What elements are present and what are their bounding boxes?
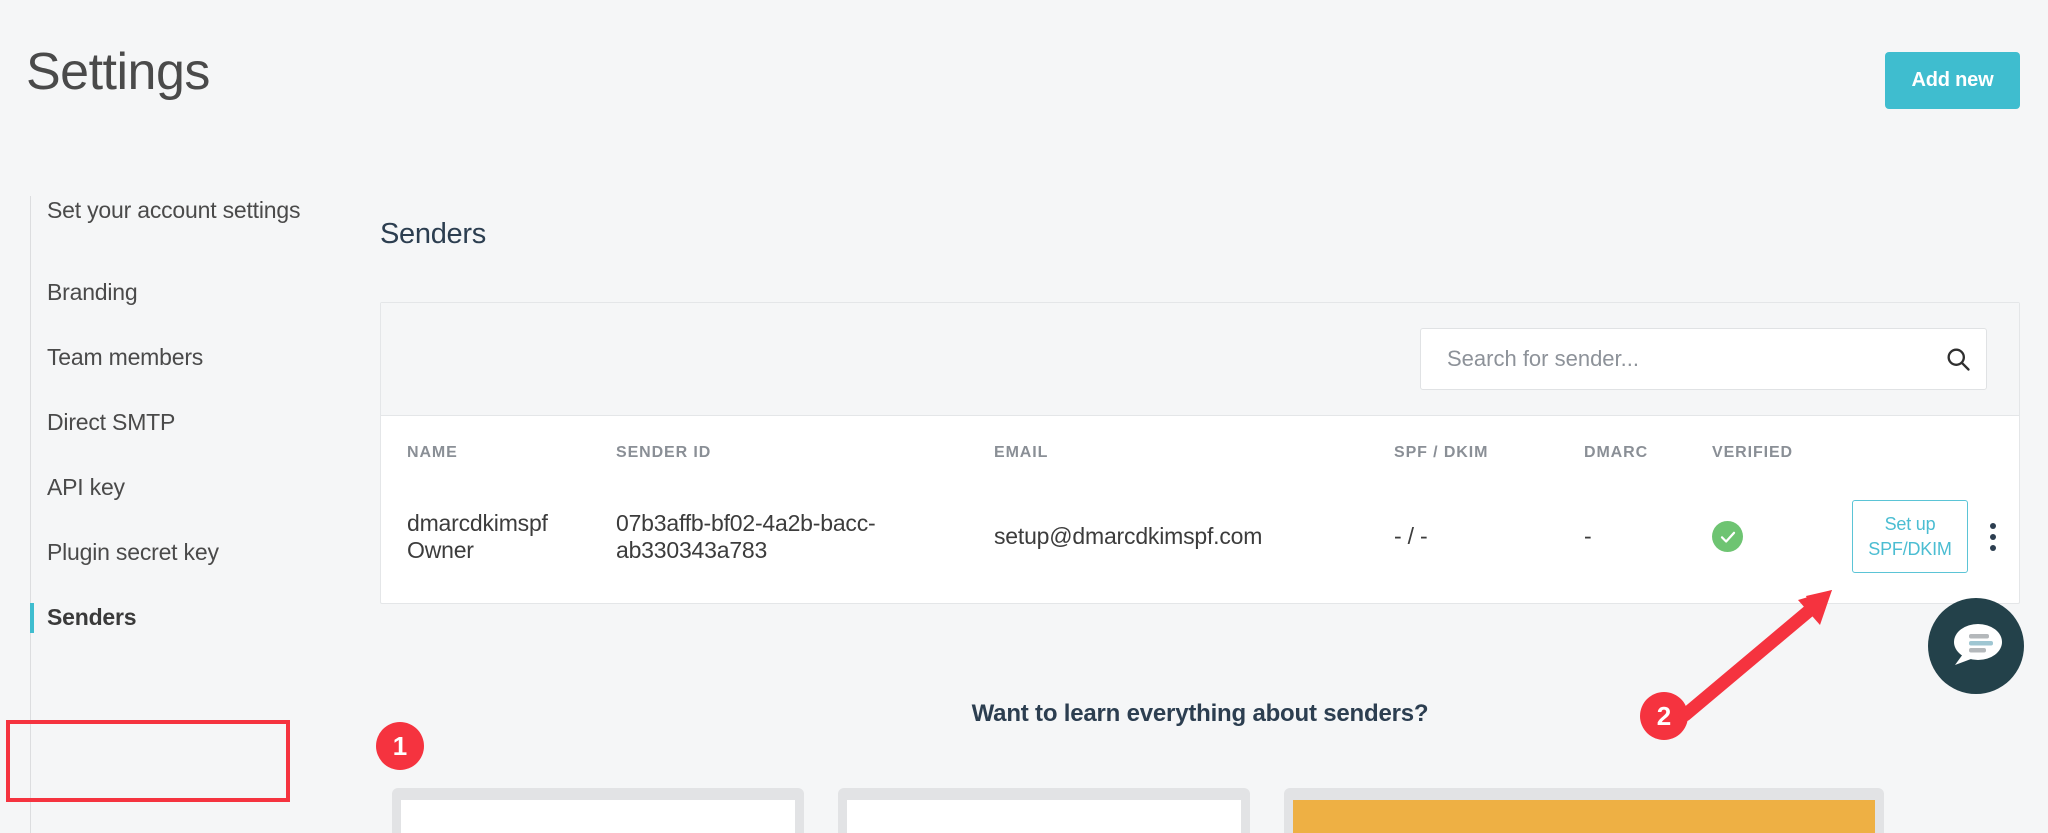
sidebar-item-label: Plugin secret key [47, 539, 219, 566]
kebab-dot [1990, 544, 1996, 551]
column-header-name: NAME [407, 444, 458, 461]
search-input[interactable] [1421, 346, 1930, 372]
learn-section-title: Want to learn everything about senders? [971, 700, 1429, 727]
sidebar-item-direct-smtp[interactable]: Direct SMTP [30, 408, 340, 438]
cell-sender-id: 07b3affb-bf02-4a2b-bacc-ab330343a783 [616, 509, 876, 563]
cell-name: dmarcdkimspf Owner [407, 509, 548, 563]
active-accent-bar [30, 408, 34, 438]
annotation-badge-1: 1 [376, 722, 424, 770]
learn-cards [392, 788, 2022, 833]
search-box[interactable] [1420, 328, 1987, 390]
learn-card-thumbnail [1293, 800, 1875, 833]
chat-bubble-icon [1954, 624, 2002, 665]
table-row: dmarcdkimspf Owner 07b3affb-bf02-4a2b-ba… [381, 484, 2021, 603]
active-accent-bar [30, 538, 34, 568]
cell-verified [1712, 484, 1852, 603]
table-toolbar [381, 303, 2019, 416]
column-header-actions [1852, 416, 2021, 484]
check-circle-icon [1712, 521, 1743, 552]
sidebar-item-label: Branding [47, 279, 138, 306]
active-accent-bar [30, 343, 34, 373]
learn-card[interactable] [392, 788, 804, 833]
sidebar-item-label: API key [47, 474, 125, 501]
settings-sidebar: Set your account settings Branding Team … [0, 196, 350, 833]
cell-dmarc: - [1584, 523, 1592, 549]
sidebar-item-label: Team members [47, 344, 204, 371]
settings-page: Settings Add new Set your account settin… [0, 0, 2048, 833]
sidebar-item-label: Senders [47, 604, 137, 631]
cell-spf-dkim: - / - [1394, 523, 1428, 549]
senders-table: NAME SENDER ID EMAIL SPF / DKIM DMARC VE… [381, 416, 2021, 603]
chat-widget-button[interactable] [1928, 598, 2024, 694]
table-header-row: NAME SENDER ID EMAIL SPF / DKIM DMARC VE… [381, 416, 2021, 484]
learn-card-thumbnail [401, 800, 795, 833]
kebab-menu-icon[interactable] [1984, 517, 2002, 557]
section-heading: Senders [380, 218, 486, 250]
search-icon[interactable] [1930, 345, 1986, 373]
sidebar-item-account-settings[interactable]: Set your account settings [30, 196, 340, 226]
active-accent-bar [30, 603, 34, 633]
learn-card[interactable] [838, 788, 1250, 833]
learn-card[interactable] [1284, 788, 1884, 833]
column-header-dmarc: DMARC [1584, 444, 1649, 461]
column-header-email: EMAIL [994, 444, 1049, 461]
page-title: Settings [26, 43, 210, 101]
learn-card-thumbnail [847, 800, 1241, 833]
sidebar-item-plugin-secret-key[interactable]: Plugin secret key [30, 538, 340, 568]
cell-actions: Set up SPF/DKIM [1852, 484, 2021, 603]
kebab-dot [1990, 522, 1996, 529]
senders-table-card: NAME SENDER ID EMAIL SPF / DKIM DMARC VE… [380, 302, 2020, 604]
sidebar-item-api-key[interactable]: API key [30, 473, 340, 503]
column-header-sender-id: SENDER ID [616, 444, 712, 461]
setup-spf-dkim-button[interactable]: Set up SPF/DKIM [1852, 500, 1968, 573]
sidebar-item-label: Set your account settings [47, 197, 301, 224]
add-new-button[interactable]: Add new [1885, 52, 2020, 109]
active-accent-bar [30, 473, 34, 503]
sidebar-item-senders[interactable]: Senders [30, 603, 340, 633]
sidebar-item-label: Direct SMTP [47, 409, 176, 436]
kebab-dot [1990, 533, 1996, 540]
active-accent-bar [30, 278, 34, 308]
column-header-spf-dkim: SPF / DKIM [1394, 444, 1489, 461]
active-accent-bar [30, 196, 34, 226]
cell-email: setup@dmarcdkimspf.com [994, 523, 1263, 549]
sidebar-item-team-members[interactable]: Team members [30, 343, 340, 373]
sidebar-item-branding[interactable]: Branding [30, 278, 340, 308]
column-header-verified: VERIFIED [1712, 444, 1793, 461]
